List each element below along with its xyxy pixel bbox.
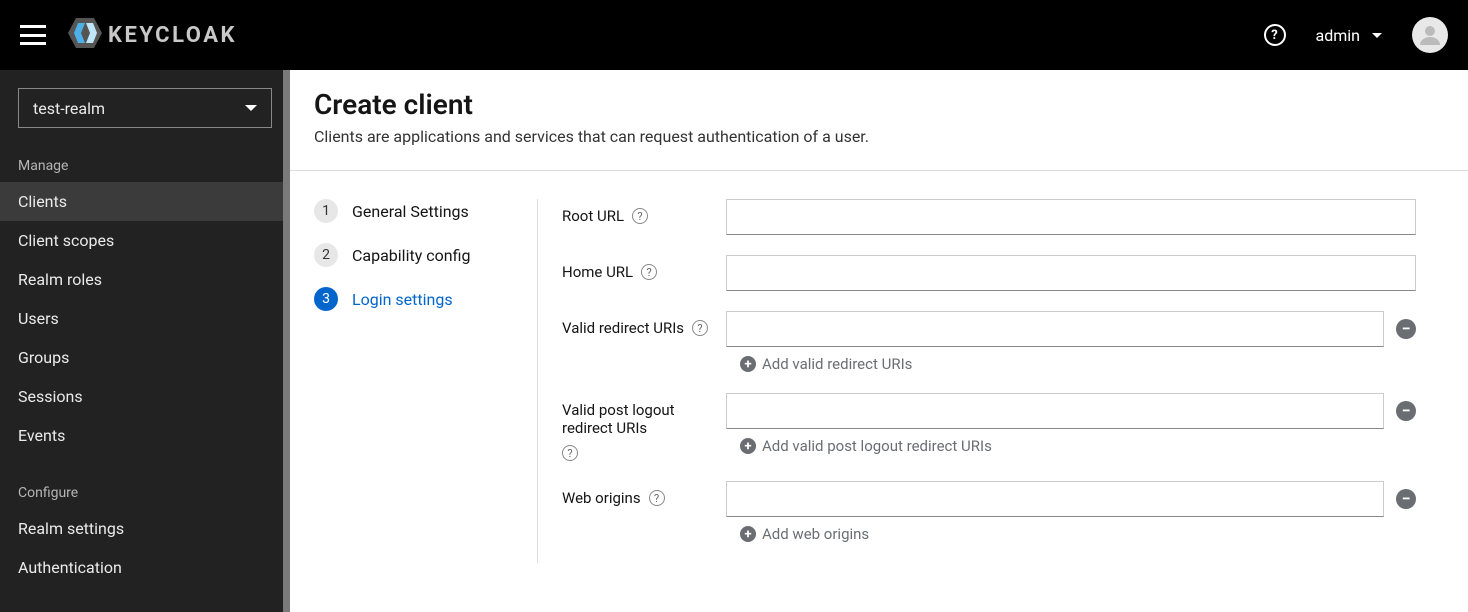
keycloak-logo-icon xyxy=(68,18,102,52)
sidebar-item-clients[interactable]: Clients xyxy=(0,182,290,221)
remove-icon[interactable]: − xyxy=(1396,319,1416,339)
step-capability-config[interactable]: 2 Capability config xyxy=(314,243,527,267)
sidebar-section-configure: Configure xyxy=(0,473,290,509)
sidebar-item-events[interactable]: Events xyxy=(0,416,290,455)
sidebar-item-sessions[interactable]: Sessions xyxy=(0,377,290,416)
plus-icon: + xyxy=(740,526,756,542)
main-content: Create client Clients are applications a… xyxy=(290,70,1468,612)
add-post-logout-button[interactable]: + Add valid post logout redirect URIs xyxy=(726,437,1416,455)
help-icon[interactable]: ? xyxy=(649,490,665,506)
help-icon[interactable]: ? xyxy=(562,445,578,461)
page-title: Create client xyxy=(314,88,1444,121)
add-valid-redirect-button[interactable]: + Add valid redirect URIs xyxy=(726,355,1416,373)
sidebar-section-manage: Manage xyxy=(0,146,290,182)
sidebar: test-realm Manage Clients Client scopes … xyxy=(0,70,290,612)
sidebar-item-realm-roles[interactable]: Realm roles xyxy=(0,260,290,299)
plus-icon: + xyxy=(740,438,756,454)
help-icon[interactable]: ? xyxy=(641,264,657,280)
caret-down-icon xyxy=(1372,33,1382,38)
realm-name: test-realm xyxy=(33,99,105,118)
step-login-settings[interactable]: 3 Login settings xyxy=(314,287,527,311)
app-header: KEYCLOAK ? admin xyxy=(0,0,1468,70)
home-url-label: Home URL xyxy=(562,263,633,281)
valid-redirect-label: Valid redirect URIs xyxy=(562,319,684,337)
post-logout-label: Valid post logout redirect URIs xyxy=(562,401,726,437)
realm-selector[interactable]: test-realm xyxy=(18,88,272,128)
user-menu[interactable]: admin xyxy=(1316,26,1382,45)
sidebar-item-groups[interactable]: Groups xyxy=(0,338,290,377)
root-url-input[interactable] xyxy=(726,199,1416,235)
step-general-settings[interactable]: 1 General Settings xyxy=(314,199,527,223)
remove-icon[interactable]: − xyxy=(1396,401,1416,421)
avatar[interactable] xyxy=(1412,17,1448,53)
remove-icon[interactable]: − xyxy=(1396,489,1416,509)
brand-name: KEYCLOAK xyxy=(108,23,237,48)
user-name: admin xyxy=(1316,26,1360,45)
sidebar-item-realm-settings[interactable]: Realm settings xyxy=(0,509,290,548)
valid-redirect-input[interactable] xyxy=(726,311,1384,347)
sidebar-item-authentication[interactable]: Authentication xyxy=(0,548,290,587)
brand-logo[interactable]: KEYCLOAK xyxy=(68,18,237,52)
menu-toggle-icon[interactable] xyxy=(20,25,46,45)
post-logout-input[interactable] xyxy=(726,393,1384,429)
help-icon[interactable]: ? xyxy=(692,320,708,336)
home-url-input[interactable] xyxy=(726,255,1416,291)
help-icon[interactable]: ? xyxy=(632,208,648,224)
wizard-steps: 1 General Settings 2 Capability config 3… xyxy=(314,199,538,563)
form-pane: Root URL ? Home URL ? xyxy=(538,199,1444,563)
root-url-label: Root URL xyxy=(562,207,624,225)
plus-icon: + xyxy=(740,356,756,372)
add-web-origins-button[interactable]: + Add web origins xyxy=(726,525,1416,543)
page-subtitle: Clients are applications and services th… xyxy=(314,127,1444,146)
sidebar-item-users[interactable]: Users xyxy=(0,299,290,338)
sidebar-item-client-scopes[interactable]: Client scopes xyxy=(0,221,290,260)
web-origins-input[interactable] xyxy=(726,481,1384,517)
help-icon[interactable]: ? xyxy=(1264,24,1286,46)
caret-down-icon xyxy=(245,105,257,111)
web-origins-label: Web origins xyxy=(562,489,641,507)
